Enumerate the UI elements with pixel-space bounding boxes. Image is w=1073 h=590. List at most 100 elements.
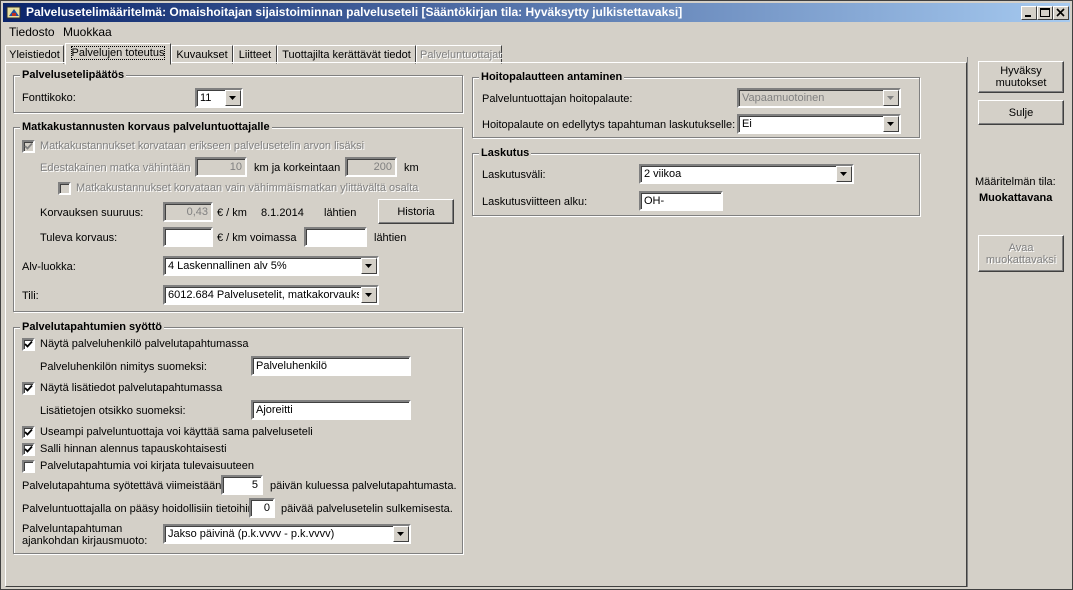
menu-file[interactable]: Tiedosto — [9, 25, 55, 39]
tab-service-implementation[interactable]: Palvelujen toteutus — [65, 43, 171, 65]
trip-min-input: 10 — [195, 157, 247, 177]
group-decision: Palvelusetelipäätös Fonttikoko: 11 — [13, 69, 463, 113]
close-window-button[interactable] — [1053, 6, 1069, 20]
future-amount-input[interactable] — [163, 227, 213, 247]
feedback-required-label: Hoitopalaute on edellytys tapahtuman las… — [482, 119, 736, 131]
open-line-1: Avaa — [1008, 241, 1034, 254]
status-value: Muokattavana — [979, 192, 1053, 204]
show-person-label: Näytä palveluhenkilö palvelutapahtumassa — [40, 338, 249, 350]
amount-date: 8.1.2014 — [261, 207, 304, 219]
account-label: Tili: — [22, 290, 39, 302]
future-events-checkbox[interactable] — [22, 460, 35, 473]
show-extra-checkbox[interactable] — [22, 382, 35, 395]
account-value: 6012.684 Palvelusetelit, matkakorvaukse — [168, 289, 359, 301]
app-icon — [6, 5, 22, 20]
minimize-button[interactable] — [1021, 6, 1037, 20]
font-size-label: Fonttikoko: — [22, 92, 76, 104]
close-button[interactable]: Sulje — [978, 100, 1064, 125]
deadline-prefix: Palvelutapahtuma syötettävä viimeistään — [22, 480, 222, 492]
billing-interval-value: 2 viikoa — [644, 168, 682, 180]
group-events-title: Palvelutapahtumien syöttö — [20, 321, 164, 333]
menu-bar: Tiedosto Muokkaa — [3, 23, 1070, 41]
feedback-required-select[interactable]: Ei — [737, 114, 901, 134]
menu-edit[interactable]: Muokkaa — [63, 25, 112, 39]
extra-title-input[interactable]: Ajoreitti — [251, 400, 411, 420]
multi-provider-checkbox[interactable] — [22, 426, 35, 439]
approve-line-2: muutokset — [995, 77, 1047, 89]
vat-value: 4 Laskennallinen alv 5% — [168, 260, 287, 272]
group-billing-title: Laskutus — [479, 147, 532, 159]
vat-label: Alv-luokka: — [22, 261, 76, 273]
minimize-icon — [1025, 15, 1031, 17]
provider-feedback-select: Vapaamuotoinen — [737, 88, 901, 108]
future-amount-label: Tuleva korvaus: — [40, 232, 118, 244]
time-format-label-1: Palveluntapahtuman — [22, 523, 123, 535]
show-extra-label: Näytä lisätiedot palvelutapahtumassa — [40, 382, 223, 394]
group-billing: Laskutus Laskutusväli: 2 viikoa Laskutus… — [472, 147, 920, 216]
deadline-input[interactable]: 5 — [221, 475, 263, 495]
allow-discount-checkbox[interactable] — [22, 443, 35, 456]
app-window: Palvelusetelimääritelmä: Omaishoitajan s… — [0, 0, 1073, 590]
maximize-icon — [1040, 8, 1050, 17]
future-events-label: Palvelutapahtumia voi kirjata tulevaisuu… — [40, 460, 255, 472]
title-bar: Palvelusetelimääritelmä: Omaishoitajan s… — [3, 3, 1070, 22]
open-label: Avaa muokattavaksi — [986, 242, 1056, 266]
time-format-select[interactable]: Jakso päivinä (p.k.vvvv - p.k.vvvv) — [163, 524, 411, 544]
show-person-checkbox[interactable] — [22, 338, 35, 351]
chevron-down-icon — [836, 166, 852, 182]
tab-label: Palvelujen toteutus — [70, 46, 166, 60]
maximize-button[interactable] — [1037, 6, 1053, 20]
group-decision-title: Palvelusetelipäätös — [20, 69, 127, 81]
checkmark-icon — [24, 142, 33, 150]
trip-min-label: Edestakainen matka vähintään — [40, 162, 191, 174]
group-travel-title: Matkakustannusten korvaus palveluntuotta… — [20, 121, 272, 133]
person-name-input[interactable]: Palveluhenkilö — [251, 356, 411, 376]
tab-label: Kuvaukset — [176, 49, 228, 61]
access-days-input[interactable]: 0 — [249, 498, 275, 518]
status-label: Määritelmän tila: — [975, 176, 1056, 188]
font-size-select[interactable]: 11 — [195, 88, 243, 108]
checkmark-icon — [24, 445, 33, 453]
extra-title-label: Lisätietojen otsikko suomeksi: — [40, 405, 186, 417]
chevron-down-icon — [883, 90, 899, 106]
close-icon — [1056, 8, 1065, 17]
tab-label: Yleistiedot — [9, 49, 60, 61]
km-label: km — [404, 162, 419, 174]
billing-ref-input[interactable]: OH- — [639, 191, 723, 211]
feedback-required-value: Ei — [742, 118, 752, 130]
group-travel: Matkakustannusten korvaus palveluntuotta… — [13, 121, 463, 312]
access-prefix: Palveluntuottajalla on pääsy hoidollisii… — [22, 503, 254, 515]
from-label-2: lähtien — [374, 232, 407, 244]
chevron-down-icon — [883, 116, 899, 132]
allow-discount-label: Salli hinnan alennus tapauskohtaisesti — [40, 443, 227, 455]
checkmark-icon — [24, 340, 33, 348]
vat-select[interactable]: 4 Laskennallinen alv 5% — [163, 256, 379, 276]
checkmark-icon — [24, 428, 33, 436]
eur-per-km-label: € / km — [217, 207, 247, 219]
only-over-min-label: Matkakustannukset korvataan vain vähimmä… — [76, 182, 419, 194]
amount-input: 0,43 — [163, 202, 213, 222]
amount-label: Korvauksen suuruus: — [40, 207, 144, 219]
tab-label: Tuottajilta kerättävät tiedot — [282, 49, 411, 61]
from-label: lähtien — [324, 207, 357, 219]
multi-provider-label: Useampi palveluntuottaja voi käyttää sam… — [40, 426, 313, 438]
approve-changes-button[interactable]: Hyväksy muutokset — [978, 61, 1064, 93]
tab-label: Liitteet — [238, 49, 272, 61]
font-size-value: 11 — [200, 92, 212, 104]
time-format-value: Jakso päivinä (p.k.vvvv - p.k.vvvv) — [168, 528, 335, 540]
chevron-down-icon — [361, 287, 377, 303]
account-select[interactable]: 6012.684 Palvelusetelit, matkakorvaukse — [163, 285, 379, 305]
sidebar: Hyväksy muutokset Sulje Määritelmän tila:… — [967, 57, 1072, 587]
billing-interval-select[interactable]: 2 viikoa — [639, 164, 854, 184]
chevron-down-icon — [361, 258, 377, 274]
future-date-input[interactable] — [304, 227, 367, 247]
approve-label: Hyväksy muutokset — [996, 65, 1047, 89]
access-suffix: päivää palvelusetelin sulkemisesta. — [281, 503, 453, 515]
approve-line-1: Hyväksy — [1000, 65, 1042, 77]
chevron-down-icon — [393, 526, 409, 542]
open-line-2: muokattavaksi — [985, 253, 1057, 266]
km-and-max-label: km ja korkeintaan — [254, 162, 341, 174]
provider-feedback-label: Palveluntuottajan hoitopalaute: — [482, 93, 633, 105]
chevron-down-icon — [225, 90, 241, 106]
history-button[interactable]: Historia — [378, 199, 454, 224]
